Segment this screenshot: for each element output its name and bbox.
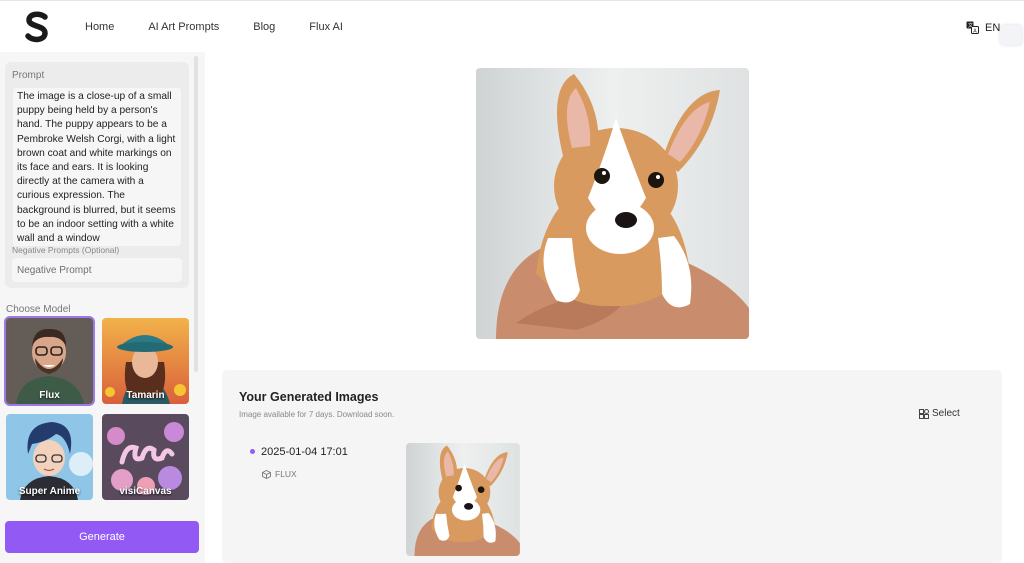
model-card-tamarin[interactable]: Tamarin bbox=[102, 318, 189, 404]
sidebar: Prompt The image is a close-up of a smal… bbox=[0, 52, 205, 563]
model-name-flux: Flux bbox=[39, 390, 60, 401]
entry-model-tag: FLUX bbox=[262, 469, 297, 479]
model-card-visicanvas[interactable]: visiCanvas bbox=[102, 414, 189, 500]
translate-icon: 文 A bbox=[966, 21, 979, 34]
model-name-visicanvas: visiCanvas bbox=[119, 486, 172, 497]
model-card-super-anime[interactable]: Super Anime bbox=[6, 414, 93, 500]
select-button[interactable]: Select bbox=[919, 408, 960, 419]
cube-icon bbox=[262, 469, 271, 479]
select-grid-icon bbox=[919, 408, 929, 419]
entry-timestamp: 2025-01-04 17:01 bbox=[261, 446, 348, 458]
generated-image-preview[interactable] bbox=[476, 68, 749, 339]
floating-widget[interactable] bbox=[1000, 25, 1022, 45]
corgi-puppy-image bbox=[476, 68, 749, 339]
generate-button[interactable]: Generate bbox=[5, 521, 199, 553]
nav-ai-art-prompts[interactable]: AI Art Prompts bbox=[148, 21, 219, 33]
svg-text:文: 文 bbox=[968, 22, 973, 29]
choose-model-label: Choose Model bbox=[6, 304, 71, 315]
prompt-label: Prompt bbox=[12, 70, 45, 81]
prompt-panel: Prompt The image is a close-up of a smal… bbox=[5, 62, 189, 288]
main-nav: Home AI Art Prompts Blog Flux AI bbox=[85, 21, 377, 33]
nav-blog[interactable]: Blog bbox=[253, 21, 275, 33]
language-switcher[interactable]: 文 A EN bbox=[966, 21, 1000, 34]
entry-model-name: FLUX bbox=[275, 469, 297, 479]
negative-prompt-label: Negative Prompts (Optional) bbox=[12, 245, 120, 255]
prompt-textarea[interactable]: The image is a close-up of a small puppy… bbox=[13, 88, 181, 246]
generated-image-thumbnail[interactable] bbox=[406, 443, 520, 556]
nav-flux-ai[interactable]: Flux AI bbox=[309, 21, 343, 33]
nav-home[interactable]: Home bbox=[85, 21, 114, 33]
model-name-tamarin: Tamarin bbox=[126, 390, 165, 401]
negative-prompt-input[interactable] bbox=[12, 258, 182, 282]
availability-notice: Image available for 7 days. Download soo… bbox=[239, 410, 395, 419]
entry-status-dot bbox=[250, 449, 255, 454]
svg-text:A: A bbox=[973, 28, 977, 34]
generated-images-title: Your Generated Images bbox=[239, 390, 379, 404]
model-name-super-anime: Super Anime bbox=[18, 486, 81, 497]
sidebar-scrollbar[interactable] bbox=[194, 56, 198, 372]
s-logo-icon[interactable] bbox=[24, 11, 50, 43]
top-header: Home AI Art Prompts Blog Flux AI 文 A EN bbox=[0, 0, 1024, 52]
select-label: Select bbox=[932, 408, 960, 419]
model-card-flux[interactable]: Flux bbox=[4, 316, 95, 406]
generated-images-panel: Your Generated Images Image available fo… bbox=[222, 370, 1002, 563]
language-label: EN bbox=[985, 21, 1001, 34]
corgi-puppy-thumbnail-image bbox=[406, 443, 520, 556]
